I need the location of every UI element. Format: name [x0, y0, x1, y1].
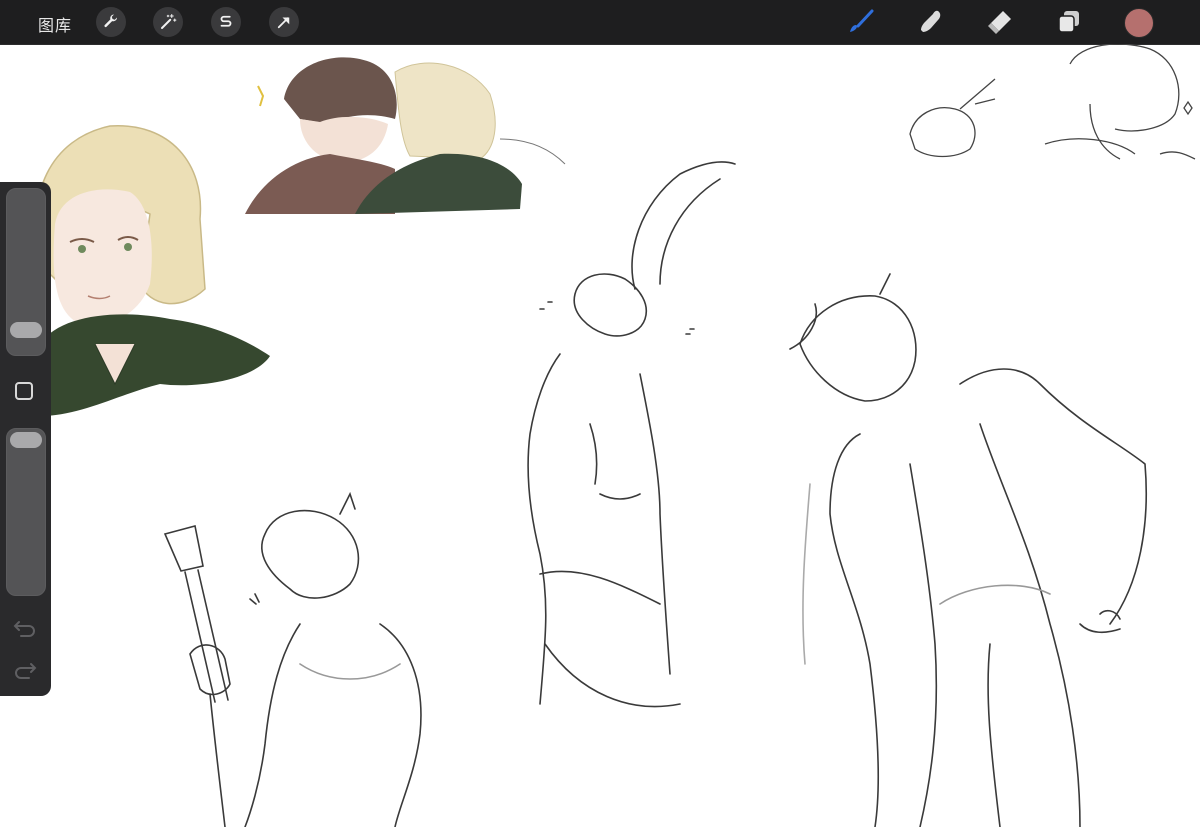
top-toolbar: 图库	[0, 0, 1200, 45]
small-head-sketches	[909, 44, 1196, 160]
square-outline-icon[interactable]	[15, 382, 33, 400]
arrow-cursor-icon	[277, 17, 290, 29]
brush-opacity-slider[interactable]	[6, 428, 46, 596]
brush-sidebar	[0, 182, 51, 696]
redo-arrow-icon	[15, 663, 37, 679]
couple-sketch-colored	[245, 57, 566, 214]
brush-size-thumb[interactable]	[10, 321, 42, 338]
figure-with-broom-sketch	[163, 491, 422, 827]
transform-button[interactable]	[269, 7, 299, 37]
eraser-button[interactable]	[984, 6, 1016, 38]
magic-wand-icon	[161, 13, 177, 29]
adjustments-button[interactable]	[153, 7, 183, 37]
smudge-button[interactable]	[914, 6, 946, 38]
actions-button[interactable]	[96, 7, 126, 37]
gallery-button[interactable]: 图库	[38, 12, 72, 36]
layers-button[interactable]	[1053, 6, 1085, 38]
standing-figure-sketch	[789, 273, 1148, 827]
eraser-icon	[988, 11, 1011, 34]
undo-arrow-icon	[13, 621, 35, 637]
layers-icon	[1058, 11, 1079, 33]
brush-opacity-thumb[interactable]	[10, 432, 42, 448]
blond-portrait-drawing	[35, 125, 270, 416]
artwork	[35, 44, 1196, 827]
undo-button[interactable]	[13, 618, 37, 638]
drawing-canvas[interactable]	[0, 44, 1200, 827]
brush-icon	[850, 9, 874, 32]
selection-s-icon	[220, 15, 232, 27]
brush-size-slider[interactable]	[6, 188, 46, 356]
redo-button[interactable]	[13, 660, 37, 680]
stretching-figure-sketch	[527, 161, 736, 708]
brush-button[interactable]	[845, 6, 877, 38]
smudge-finger-icon	[921, 10, 941, 33]
selection-button[interactable]	[211, 7, 241, 37]
wrench-icon	[104, 14, 118, 28]
color-swatch-button[interactable]	[1124, 8, 1154, 38]
